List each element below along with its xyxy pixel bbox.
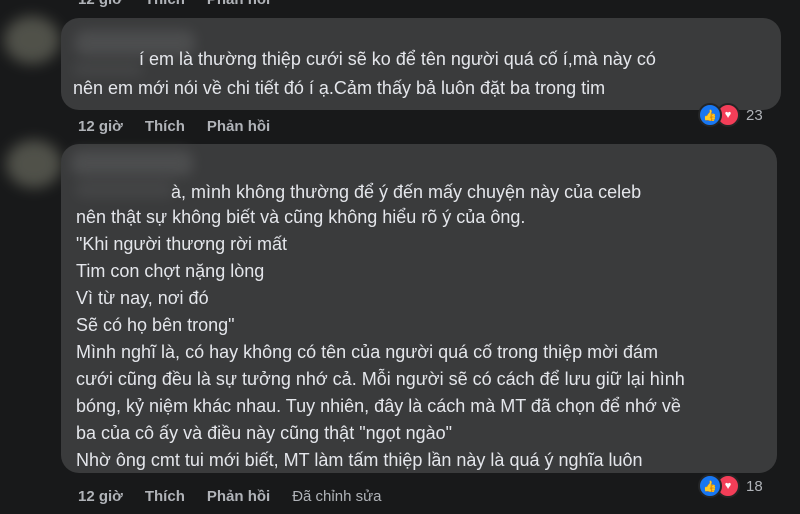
comment-line: í em là thường thiệp cưới sẽ ko để tên n… — [139, 49, 656, 69]
comment-line: Sẽ có họ bên trong" — [76, 315, 235, 335]
reaction-count: 18 — [746, 477, 763, 495]
reaction-count: 23 — [746, 106, 763, 124]
like-button[interactable]: Thích — [145, 118, 185, 135]
reaction-summary-1[interactable]: 👍 ♥ 23 — [698, 103, 763, 127]
comment-line: Mình nghĩ là, có hay không có tên của ng… — [76, 342, 658, 362]
avatar[interactable] — [6, 140, 62, 188]
like-button[interactable]: Thích — [145, 488, 185, 505]
reaction-summary-2[interactable]: 👍 ♥ 18 — [698, 474, 763, 498]
reply-button[interactable]: Phản hồi — [207, 118, 270, 135]
comment-line: "Khi người thương rời mất — [76, 234, 287, 254]
blurred-text — [73, 62, 143, 76]
comment-line: nên thật sự không biết và cũng không hiể… — [76, 207, 526, 227]
top-reply-button[interactable]: Phản hồi — [207, 0, 270, 8]
comment-line: ba của cô ấy và điều này cũng thật "ngọt… — [76, 423, 453, 443]
top-like-button[interactable]: Thích — [145, 0, 185, 8]
comment-line: Tim con chợt nặng lòng — [76, 261, 265, 281]
comment-actions-2: 12 giờ Thích Phản hồi Đã chỉnh sửa — [78, 488, 403, 505]
like-icon: 👍 — [698, 103, 722, 127]
comment-line: cưới cũng đều là sự tưởng nhớ cả. Mỗi ng… — [76, 369, 685, 389]
comment-time[interactable]: 12 giờ — [78, 488, 123, 505]
blurred-author-name — [71, 150, 193, 176]
comment-time[interactable]: 12 giờ — [78, 118, 123, 135]
comment-actions-1: 12 giờ Thích Phản hồi — [78, 118, 292, 135]
blurred-text — [75, 180, 175, 198]
comment-line: à, mình không thường để ý đến mấy chuyện… — [171, 182, 642, 202]
reply-button[interactable]: Phản hồi — [207, 488, 270, 505]
edited-label: Đã chỉnh sửa — [292, 488, 382, 505]
top-time[interactable]: 12 giờ — [78, 0, 123, 8]
comment-line: nên em mới nói về chi tiết đó í ạ.Cảm th… — [73, 78, 606, 98]
comment-line: bóng, kỷ niệm khác nhau. Tuy nhiên, đây … — [76, 396, 681, 416]
like-icon: 👍 — [698, 474, 722, 498]
avatar[interactable] — [4, 16, 60, 64]
comment-line: Nhờ ông cmt tui mới biết, MT làm tấm thi… — [76, 450, 643, 470]
comment-line: Vì từ nay, nơi đó — [76, 288, 209, 308]
top-comment-actions: 12 giờ Thích Phản hồi — [78, 0, 292, 8]
